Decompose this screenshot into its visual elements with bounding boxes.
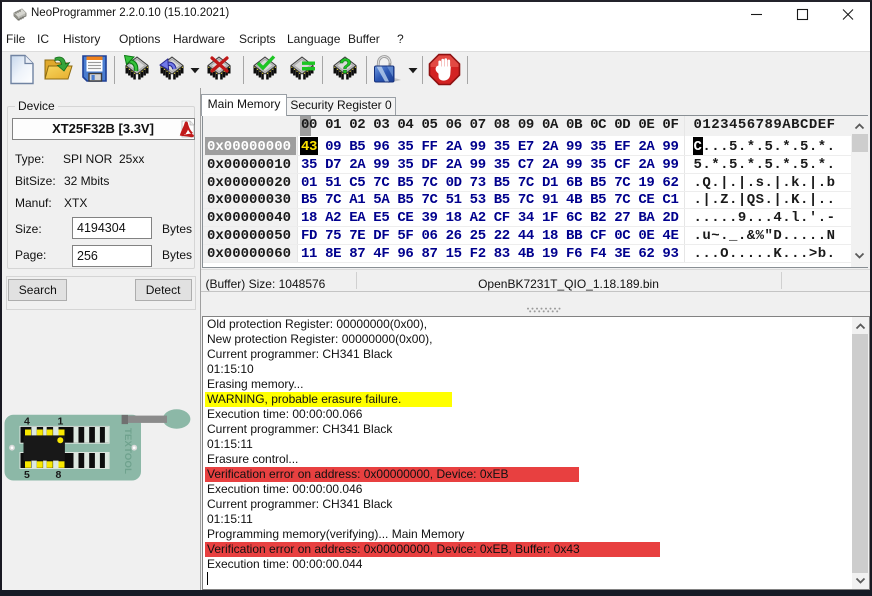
svg-text:1: 1 [58,415,64,427]
svg-text:4: 4 [24,415,30,427]
svg-text:8: 8 [56,469,62,481]
svg-text:?: ? [339,55,352,78]
svg-text:TEXTOOL: TEXTOOL [122,428,133,474]
svg-text:5: 5 [24,469,30,481]
